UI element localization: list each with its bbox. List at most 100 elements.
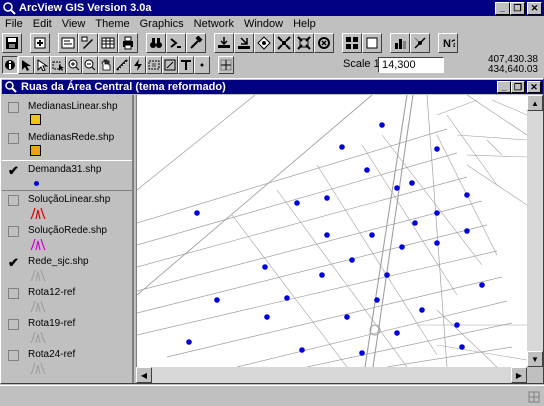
demand-point[interactable]	[364, 167, 370, 173]
theme-visibility-checkbox[interactable]	[8, 288, 19, 299]
theme-visibility-checkbox[interactable]	[8, 350, 19, 361]
demand-point[interactable]	[194, 210, 200, 216]
theme-properties-button[interactable]	[58, 33, 78, 53]
draw-tool[interactable]	[162, 56, 178, 74]
theme-entry[interactable]: Rota19-ref	[2, 315, 132, 346]
demand-point[interactable]	[479, 282, 485, 288]
theme-visibility-checkbox[interactable]	[8, 102, 19, 113]
demand-point[interactable]	[299, 347, 305, 353]
demand-point[interactable]	[284, 295, 290, 301]
menu-view[interactable]: View	[57, 18, 91, 30]
demand-point[interactable]	[319, 272, 325, 278]
menu-network[interactable]: Network	[189, 18, 239, 30]
zoom-out-tool[interactable]	[82, 56, 98, 74]
point-tool[interactable]	[194, 56, 210, 74]
query-builder-button[interactable]	[166, 33, 186, 53]
demand-point[interactable]	[324, 232, 330, 238]
theme-visibility-checkbox[interactable]	[8, 226, 19, 237]
find-button[interactable]	[146, 33, 166, 53]
demand-point[interactable]	[369, 232, 375, 238]
clear-selection-button[interactable]	[362, 33, 382, 53]
demand-point[interactable]	[344, 314, 350, 320]
street-network-map[interactable]	[136, 94, 528, 368]
demand-point[interactable]	[359, 350, 365, 356]
print-button[interactable]	[118, 33, 138, 53]
theme-entry[interactable]: ✔ Rede_sjc.shp	[2, 253, 132, 284]
demand-point[interactable]	[349, 257, 355, 263]
zoom-out-button[interactable]	[294, 33, 314, 53]
demand-point[interactable]	[324, 195, 330, 201]
close-button[interactable]: ✕	[527, 2, 542, 15]
demand-point[interactable]	[399, 244, 405, 250]
demand-point[interactable]	[214, 297, 220, 303]
demand-point[interactable]	[339, 144, 345, 150]
view-minimize-button[interactable]: _	[497, 81, 511, 93]
demand-point[interactable]	[409, 180, 415, 186]
theme-entry[interactable]: Rota24-ref	[2, 346, 132, 377]
scale-input[interactable]: 14,300	[378, 57, 444, 73]
select-graphics-button[interactable]	[342, 33, 362, 53]
view-globe-icon[interactable]	[5, 81, 17, 93]
demand-point[interactable]	[384, 272, 390, 278]
select-feature-tool[interactable]	[50, 56, 66, 74]
theme-entry[interactable]: SoluçãoLinear.shp	[2, 191, 132, 222]
theme-visibility-checkbox[interactable]	[8, 319, 19, 330]
menu-theme[interactable]: Theme	[90, 18, 134, 30]
demand-point[interactable]	[434, 210, 440, 216]
demand-point[interactable]	[434, 146, 440, 152]
minimize-button[interactable]: _	[495, 2, 510, 15]
demand-point[interactable]	[464, 192, 470, 198]
demand-point[interactable]	[412, 220, 418, 226]
menu-help[interactable]: Help	[288, 18, 321, 30]
zoom-to-themes-button[interactable]	[234, 33, 254, 53]
scroll-right-button[interactable]: ▶	[511, 367, 527, 383]
open-theme-table-button[interactable]	[98, 33, 118, 53]
text-tool[interactable]	[178, 56, 194, 74]
edit-legend-button[interactable]	[78, 33, 98, 53]
create-chart-button[interactable]	[390, 33, 410, 53]
map-display[interactable]	[136, 94, 528, 368]
help-button[interactable]: N?	[438, 33, 458, 53]
scroll-left-button[interactable]: ◀	[136, 367, 152, 383]
scroll-up-button[interactable]: ▲	[527, 95, 543, 111]
demand-point[interactable]	[464, 228, 470, 234]
zoom-previous-button[interactable]	[314, 33, 334, 53]
demand-point[interactable]	[434, 240, 440, 246]
demand-point[interactable]	[186, 339, 192, 345]
demand-point[interactable]	[454, 322, 460, 328]
theme-entry[interactable]: SoluçãoRede.shp	[2, 222, 132, 253]
hotlink-tool[interactable]	[130, 56, 146, 74]
vertical-scrollbar[interactable]: ▲ ▼	[527, 95, 543, 367]
theme-visibility-checkbox[interactable]: ✔	[8, 256, 19, 269]
theme-visibility-checkbox[interactable]	[8, 195, 19, 206]
snap-tool[interactable]	[218, 56, 234, 74]
zoom-in-button[interactable]	[274, 33, 294, 53]
vertex-edit-tool[interactable]	[34, 56, 50, 74]
demand-point[interactable]	[262, 264, 268, 270]
theme-entry[interactable]: Rota12-ref	[2, 284, 132, 315]
demand-point[interactable]	[264, 314, 270, 320]
restore-button[interactable]: ❐	[510, 2, 525, 15]
zoom-in-tool[interactable]	[66, 56, 82, 74]
demand-point[interactable]	[379, 122, 385, 128]
network-route-button[interactable]	[410, 33, 430, 53]
pointer-tool[interactable]	[18, 56, 34, 74]
zoom-to-selected-button[interactable]	[254, 33, 274, 53]
theme-visibility-checkbox[interactable]: ✔	[8, 164, 19, 177]
demand-point[interactable]	[459, 344, 465, 350]
zoom-to-full-extent-button[interactable]	[214, 33, 234, 53]
measure-tool[interactable]	[114, 56, 130, 74]
menu-window[interactable]: Window	[239, 18, 288, 30]
add-theme-button[interactable]	[30, 33, 50, 53]
pan-tool[interactable]	[98, 56, 114, 74]
scroll-down-button[interactable]: ▼	[527, 351, 543, 367]
theme-entry[interactable]: MedianasRede.shp	[2, 129, 132, 160]
menu-graphics[interactable]: Graphics	[135, 18, 189, 30]
view-restore-button[interactable]: ❐	[511, 81, 525, 93]
theme-entry[interactable]: MedianasLinear.shp	[2, 98, 132, 129]
resize-grip-icon[interactable]	[528, 391, 540, 403]
demand-point[interactable]	[374, 297, 380, 303]
menu-file[interactable]: File	[0, 18, 28, 30]
demand-point[interactable]	[419, 307, 425, 313]
menu-edit[interactable]: Edit	[28, 18, 57, 30]
